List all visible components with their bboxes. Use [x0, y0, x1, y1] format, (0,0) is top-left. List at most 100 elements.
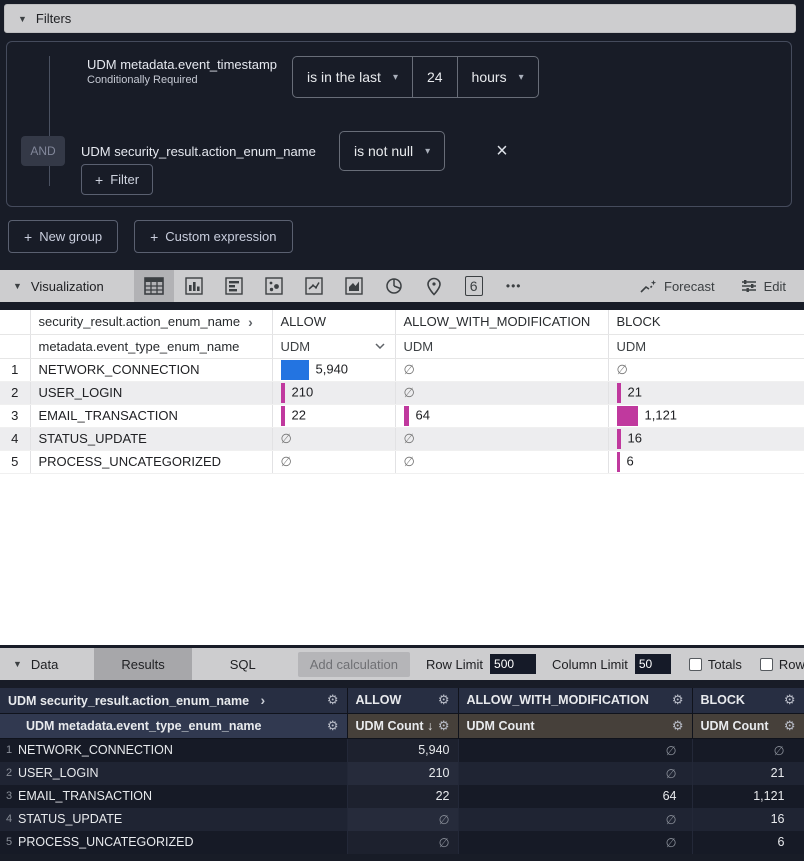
results-pivot-allow-with-modification[interactable]: ALLOW_WITH_MODIFICATION⚙ — [458, 688, 692, 713]
measure-cell[interactable]: 16 — [608, 427, 804, 450]
measure-cell[interactable]: 1,121 — [608, 404, 804, 427]
pivot-value-block[interactable]: BLOCK — [608, 310, 804, 334]
measure-cell[interactable]: 21 — [608, 381, 804, 404]
dimension-value[interactable]: EMAIL_TRANSACTION — [30, 404, 272, 427]
measure-cell[interactable]: 5,940 — [347, 738, 458, 762]
measure-cell[interactable]: 1,121 — [692, 785, 804, 808]
measure-cell[interactable]: ∅ — [272, 427, 395, 450]
gear-icon[interactable]: ⚙ — [672, 718, 684, 734]
gear-icon[interactable]: ⚙ — [438, 692, 450, 708]
measure-cell[interactable]: ∅ — [458, 831, 692, 854]
totals-checkbox[interactable] — [689, 658, 702, 671]
measure-cell[interactable]: ∅ — [692, 738, 804, 762]
measure-cell[interactable]: 6 — [692, 831, 804, 854]
dimension-value[interactable]: NETWORK_CONNECTION — [30, 358, 272, 381]
table-row[interactable]: 5PROCESS_UNCATEGORIZED ∅∅6 — [0, 831, 804, 854]
filter-operator-select[interactable]: is in the last ▾ — [293, 57, 412, 97]
measure-cell[interactable]: ∅ — [395, 358, 608, 381]
dimension-cell[interactable]: 4STATUS_UPDATE — [0, 808, 347, 831]
dimension-cell[interactable]: 2USER_LOGIN — [0, 762, 347, 785]
measure-cell[interactable]: 5,940 — [272, 358, 395, 381]
filter-unit-select[interactable]: hours ▾ — [457, 57, 538, 97]
measure-cell[interactable]: ∅ — [347, 831, 458, 854]
results-measure-allow-sorted[interactable]: UDM Count ↓⚙ — [347, 713, 458, 738]
add-calculation-button[interactable]: Add calculation — [298, 652, 410, 677]
measure-cell[interactable]: 64 — [458, 785, 692, 808]
viz-type-more[interactable]: ••• — [494, 270, 534, 302]
viz-type-area-chart[interactable] — [334, 270, 374, 302]
results-measure-block[interactable]: UDM Count⚙ — [692, 713, 804, 738]
table-row[interactable]: 3EMAIL_TRANSACTION 22641,121 — [0, 785, 804, 808]
measure-cell[interactable]: 22 — [272, 404, 395, 427]
dimension-value[interactable]: PROCESS_UNCATEGORIZED — [30, 450, 272, 473]
viz-type-bar-chart[interactable] — [214, 270, 254, 302]
measure-cell[interactable]: ∅ — [458, 738, 692, 762]
viz-type-map[interactable] — [414, 270, 454, 302]
viz-type-table[interactable] — [134, 270, 174, 302]
dimension-value[interactable]: STATUS_UPDATE — [30, 427, 272, 450]
results-row-dimension-header[interactable]: UDM metadata.event_type_enum_name⚙ — [0, 713, 347, 738]
filter-operator-select[interactable]: is not null ▾ — [339, 131, 445, 171]
measure-cell[interactable]: 210 — [347, 762, 458, 785]
measure-cell[interactable]: 22 — [347, 785, 458, 808]
forecast-button[interactable]: Forecast — [640, 279, 715, 294]
table-row[interactable]: 3 EMAIL_TRANSACTION 22641,121 — [0, 404, 804, 427]
measure-cell[interactable]: 64 — [395, 404, 608, 427]
measure-cell[interactable]: ∅ — [395, 450, 608, 473]
edit-button[interactable]: Edit — [741, 279, 786, 294]
viz-type-scatter[interactable] — [254, 270, 294, 302]
viz-type-column-chart[interactable] — [174, 270, 214, 302]
tab-sql[interactable]: SQL — [210, 648, 276, 680]
row-totals-checkbox[interactable] — [760, 658, 773, 671]
measure-cell[interactable]: ∅ — [458, 808, 692, 831]
results-dimension-header[interactable]: UDM security_result.action_enum_name › ⚙ — [0, 688, 347, 713]
tab-results[interactable]: Results — [94, 648, 191, 680]
dimension-value[interactable]: USER_LOGIN — [30, 381, 272, 404]
dimension-cell[interactable]: 1NETWORK_CONNECTION — [0, 738, 347, 762]
measure-cell[interactable]: 210 — [272, 381, 395, 404]
pivot-value-allow[interactable]: ALLOW — [272, 310, 395, 334]
new-group-button[interactable]: + New group — [8, 220, 118, 253]
measure-cell[interactable]: ∅ — [608, 358, 804, 381]
table-row[interactable]: 5 PROCESS_UNCATEGORIZED ∅∅6 — [0, 450, 804, 473]
filters-section-header[interactable]: ▼ Filters — [4, 4, 796, 33]
gear-icon[interactable]: ⚙ — [784, 718, 796, 734]
dimension-cell[interactable]: 5PROCESS_UNCATEGORIZED — [0, 831, 347, 854]
pivot-dimension-header[interactable]: security_result.action_enum_name› — [30, 310, 272, 334]
custom-expression-button[interactable]: + Custom expression — [134, 220, 292, 253]
viz-type-single-value[interactable]: 6 — [454, 270, 494, 302]
dimension-cell[interactable]: 3EMAIL_TRANSACTION — [0, 785, 347, 808]
measure-cell[interactable]: ∅ — [347, 808, 458, 831]
measure-cell[interactable]: ∅ — [458, 762, 692, 785]
row-limit-input[interactable] — [490, 654, 536, 674]
table-row[interactable]: 2 USER_LOGIN 210∅21 — [0, 381, 804, 404]
table-row[interactable]: 2USER_LOGIN 210∅21 — [0, 762, 804, 785]
remove-filter-button[interactable]: × — [487, 131, 517, 171]
measure-select-allow[interactable]: UDM — [272, 334, 395, 358]
measure-cell[interactable]: 6 — [608, 450, 804, 473]
measure-cell[interactable]: ∅ — [395, 381, 608, 404]
measure-header[interactable]: UDM — [395, 334, 608, 358]
pivot-value-allow-with-modification[interactable]: ALLOW_WITH_MODIFICATION — [395, 310, 608, 334]
gear-icon[interactable]: ⚙ — [438, 718, 450, 734]
table-row[interactable]: 1 NETWORK_CONNECTION 5,940∅∅ — [0, 358, 804, 381]
table-row[interactable]: 4 STATUS_UPDATE ∅∅16 — [0, 427, 804, 450]
measure-cell[interactable]: 21 — [692, 762, 804, 785]
measure-cell[interactable]: ∅ — [272, 450, 395, 473]
gear-icon[interactable]: ⚙ — [672, 692, 684, 708]
gear-icon[interactable]: ⚙ — [327, 718, 339, 734]
measure-cell[interactable]: ∅ — [395, 427, 608, 450]
gear-icon[interactable]: ⚙ — [327, 692, 339, 708]
filter-value-input[interactable]: 24 — [412, 57, 457, 97]
collapse-caret-icon[interactable]: ▼ — [13, 281, 22, 291]
add-filter-button[interactable]: + Filter — [81, 164, 153, 195]
viz-type-pie-chart[interactable] — [374, 270, 414, 302]
viz-type-line-chart[interactable] — [294, 270, 334, 302]
row-dimension-header[interactable]: metadata.event_type_enum_name — [30, 334, 272, 358]
measure-cell[interactable]: 16 — [692, 808, 804, 831]
collapse-caret-icon[interactable]: ▼ — [18, 14, 27, 24]
column-limit-input[interactable] — [635, 654, 671, 674]
results-measure-awm[interactable]: UDM Count⚙ — [458, 713, 692, 738]
collapse-caret-icon[interactable]: ▼ — [13, 659, 22, 669]
gear-icon[interactable]: ⚙ — [784, 692, 796, 708]
